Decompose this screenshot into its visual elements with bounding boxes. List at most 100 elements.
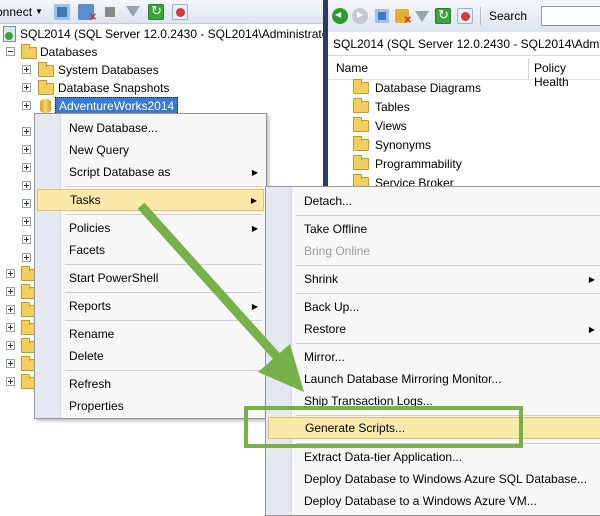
stop-icon[interactable]: [457, 8, 473, 24]
menu-separator: [65, 320, 262, 321]
menu-item-properties[interactable]: Properties: [37, 395, 264, 417]
expand-icon[interactable]: [6, 269, 15, 278]
expand-icon[interactable]: [22, 65, 31, 74]
list-item[interactable]: Programmability: [353, 154, 462, 173]
menu-item-label: Facets: [69, 243, 106, 257]
column-divider[interactable]: [528, 58, 529, 80]
list-item-label: Database Diagrams: [375, 80, 482, 95]
expand-icon[interactable]: [6, 287, 15, 296]
folder-icon: [38, 62, 54, 77]
folder-icon: [353, 78, 369, 94]
menu-separator: [65, 214, 262, 215]
menu-item-new-query[interactable]: New Query: [37, 139, 264, 161]
menu-item-label: Properties: [69, 399, 124, 413]
connect-button[interactable]: onnect ▼: [0, 2, 50, 22]
menu-item-back-up[interactable]: Back Up...: [268, 296, 600, 318]
forward-icon[interactable]: [352, 8, 368, 24]
list-item-label: Tables: [375, 99, 410, 114]
menu-item-tasks[interactable]: Tasks ▶: [37, 189, 264, 211]
database-snapshots-label: Database Snapshots: [58, 81, 170, 95]
expand-icon[interactable]: [22, 181, 31, 190]
menu-item-rename[interactable]: Rename: [37, 323, 264, 345]
collapse-icon[interactable]: [6, 47, 15, 56]
tree-node-server[interactable]: SQL2014 (SQL Server 12.0.2430 - SQL2014\…: [0, 25, 336, 43]
list-item[interactable]: Synonyms: [353, 135, 431, 154]
refresh-icon[interactable]: [435, 7, 451, 24]
sync-icon[interactable]: [375, 9, 389, 23]
disconnect-icon[interactable]: [77, 3, 97, 23]
connect-icon[interactable]: [53, 3, 70, 20]
expand-icon[interactable]: [6, 359, 15, 368]
menu-item-deploy-azure-sql[interactable]: Deploy Database to Windows Azure SQL Dat…: [268, 468, 600, 490]
expand-icon[interactable]: [6, 323, 15, 332]
column-policy-health[interactable]: Policy Health: [534, 61, 600, 89]
databases-label: Databases: [40, 45, 98, 59]
submenu-arrow-icon: ▶: [588, 274, 595, 284]
folder-icon: [38, 80, 54, 95]
stop-icon[interactable]: [104, 6, 115, 17]
filter-icon[interactable]: [125, 6, 140, 17]
expand-icon[interactable]: [22, 253, 31, 262]
menu-item-label: Refresh: [69, 377, 112, 391]
menu-separator: [65, 186, 262, 187]
back-icon[interactable]: [332, 8, 348, 24]
list-item[interactable]: Tables: [353, 97, 410, 116]
server-label: SQL2014 (SQL Server 12.0.2430 - SQL2014\…: [20, 27, 337, 41]
submenu-arrow-icon: ▶: [251, 301, 258, 311]
tree-node-database-snapshots[interactable]: Database Snapshots: [0, 79, 200, 97]
menu-item-new-database[interactable]: New Database...: [37, 117, 264, 139]
submenu-arrow-icon: ▶: [251, 223, 258, 233]
folder-icon: [353, 135, 369, 151]
expand-icon[interactable]: [6, 377, 15, 386]
menu-item-reports[interactable]: Reports ▶: [37, 295, 264, 317]
menu-item-start-powershell[interactable]: Start PowerShell: [37, 267, 264, 289]
list-item[interactable]: Database Diagrams: [353, 78, 481, 97]
menu-item-label: Bring Online: [304, 244, 371, 258]
expand-icon[interactable]: [22, 199, 31, 208]
expand-icon[interactable]: [22, 217, 31, 226]
tasks-submenu: Detach... Take Offline Bring Online Shri…: [265, 186, 600, 516]
column-name[interactable]: Name: [336, 61, 368, 75]
menu-item-mirror[interactable]: Mirror...: [268, 346, 600, 368]
menu-item-facets[interactable]: Facets: [37, 239, 264, 261]
refresh-icon[interactable]: [147, 3, 164, 20]
filter-icon[interactable]: [415, 10, 429, 22]
search-input[interactable]: [541, 6, 600, 26]
expand-icon[interactable]: [6, 305, 15, 314]
search-folder-icon[interactable]: [395, 9, 412, 26]
menu-item-restore[interactable]: Restore ▶: [268, 318, 600, 340]
tree-node-databases[interactable]: Databases: [0, 43, 200, 61]
expand-icon[interactable]: [22, 145, 31, 154]
expand-icon[interactable]: [22, 127, 31, 136]
menu-item-script-database-as[interactable]: Script Database as ▶: [37, 161, 264, 183]
tree-node-system-databases[interactable]: System Databases: [0, 61, 200, 79]
menu-item-label: Start PowerShell: [69, 271, 159, 285]
chevron-down-icon[interactable]: ▼: [35, 7, 43, 16]
menu-item-label: New Query: [69, 143, 130, 157]
menu-item-take-offline[interactable]: Take Offline: [268, 218, 600, 240]
expand-icon[interactable]: [6, 341, 15, 350]
menu-item-policies[interactable]: Policies ▶: [37, 217, 264, 239]
list-item[interactable]: Views: [353, 116, 407, 135]
menu-item-launch-mirroring-monitor[interactable]: Launch Database Mirroring Monitor...: [268, 368, 600, 390]
menu-item-shrink[interactable]: Shrink ▶: [268, 268, 600, 290]
activity-monitor-icon[interactable]: [171, 3, 188, 20]
menu-item-deploy-azure-vm[interactable]: Deploy Database to a Windows Azure VM...: [268, 490, 600, 512]
menu-item-label: Extract Data-tier Application...: [304, 450, 463, 464]
expand-icon[interactable]: [22, 235, 31, 244]
expand-icon[interactable]: [22, 163, 31, 172]
menu-item-label: Detach...: [304, 194, 353, 208]
menu-item-delete[interactable]: Delete: [37, 345, 264, 367]
menu-item-detach[interactable]: Detach...: [268, 190, 600, 212]
toolbar-separator: [480, 7, 481, 25]
submenu-arrow-icon: ▶: [250, 195, 257, 205]
menu-item-extract-data-tier[interactable]: Extract Data-tier Application...: [268, 446, 600, 468]
list-item-label: Views: [375, 118, 407, 133]
details-path: SQL2014 (SQL Server 12.0.2430 - SQL2014\…: [328, 32, 600, 56]
expand-icon[interactable]: [22, 101, 31, 110]
expand-icon[interactable]: [22, 83, 31, 92]
folder-icon: [353, 154, 369, 170]
menu-item-refresh[interactable]: Refresh: [37, 373, 264, 395]
menu-item-label: Reports: [69, 299, 112, 313]
connect-label: onnect: [0, 4, 33, 19]
